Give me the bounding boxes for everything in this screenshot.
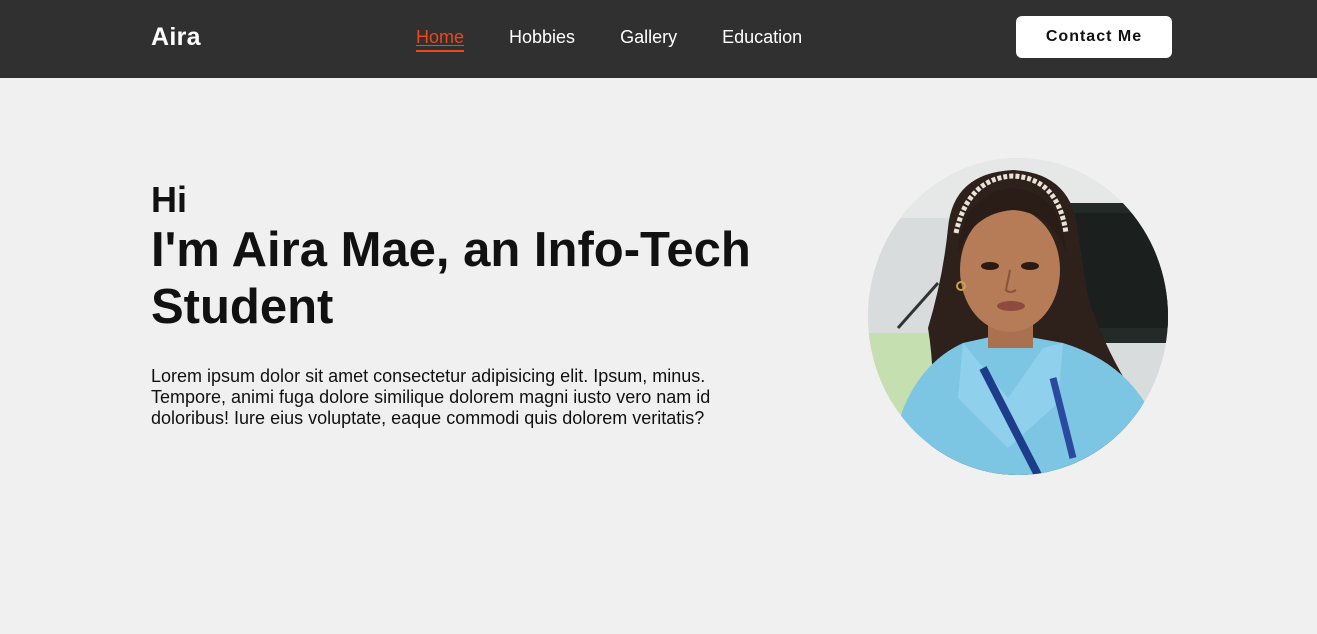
hero-intro: Lorem ipsum dolor sit amet consectetur a… [151,366,711,428]
hero-text: Hi I'm Aira Mae, an Info-Tech Student Lo… [151,180,791,429]
profile-photo [868,158,1168,475]
nav-link-home[interactable]: Home [416,26,465,52]
nav-link-gallery[interactable]: Gallery [620,26,677,52]
brand-logo[interactable]: Aira [151,22,201,52]
nav-links: Home Hobbies Gallery Education [416,26,847,52]
hero-headline: I'm Aira Mae, an Info-Tech Student [151,223,751,334]
nav-link-education[interactable]: Education [722,26,802,52]
contact-me-button[interactable]: Contact Me [1016,16,1172,58]
hero-greeting: Hi [151,179,187,220]
nav-link-hobbies[interactable]: Hobbies [509,26,575,52]
navbar: Aira Home Hobbies Gallery Education Cont… [0,0,1317,78]
